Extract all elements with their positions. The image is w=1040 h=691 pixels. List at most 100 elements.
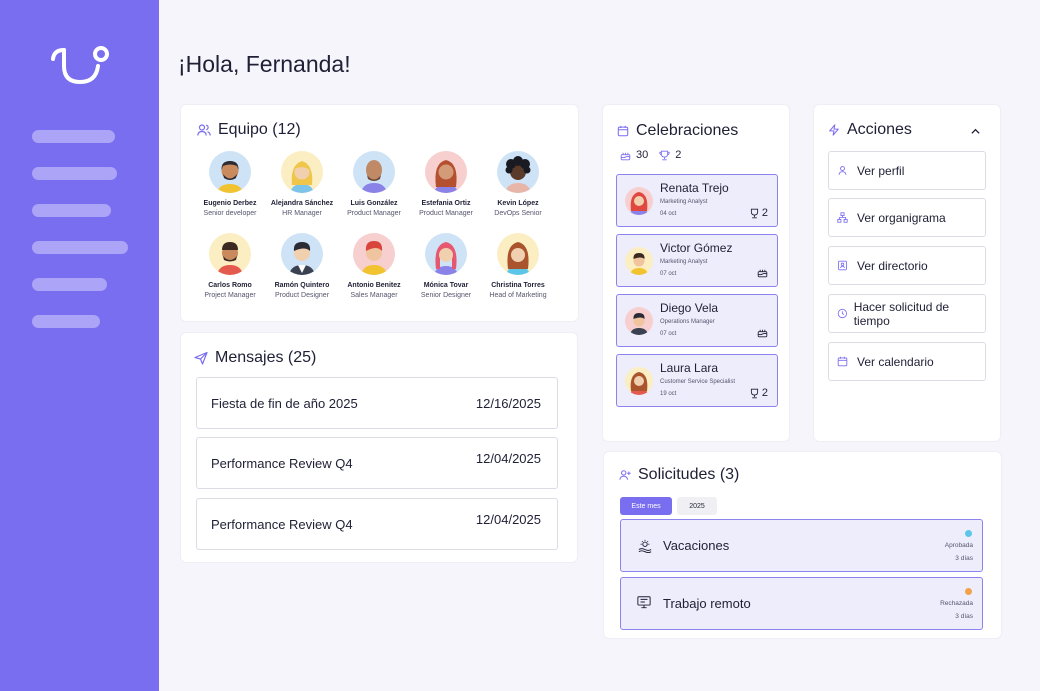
sidebar-nav-item-1[interactable] (32, 130, 115, 143)
celebration-item[interactable]: Victor Gómez Marketing Analyst 07 oct (616, 234, 778, 287)
view-profile-button[interactable]: Ver perfil (828, 151, 986, 190)
member-name: Mónica Tovar (423, 282, 469, 289)
member-role: Project Manager (204, 292, 256, 299)
anniversaries-count: 2 (675, 149, 682, 161)
time-off-request-button[interactable]: Hacer solicitud de tiempo (828, 294, 986, 333)
lightning-icon (829, 124, 839, 136)
celebration-item[interactable]: Diego Vela Operations Manager 07 oct (616, 294, 778, 347)
celebration-role: Customer Service Specialist (660, 379, 736, 385)
actions-card: Acciones Ver perfil Ver organigrama Ver … (813, 104, 1001, 442)
message-title: Performance Review Q4 (211, 456, 353, 471)
org-chart-icon (837, 212, 848, 223)
action-label: Ver directorio (857, 258, 928, 273)
member-name: Estefania Ortiz (421, 200, 471, 207)
request-item[interactable]: Vacaciones Aprobada 3 días (620, 519, 983, 572)
celebration-date: 07 oct (660, 271, 677, 277)
celebration-badge (757, 267, 768, 278)
request-days: 3 días (955, 555, 973, 562)
sun-icon (638, 539, 652, 553)
filter-year[interactable]: 2025 (677, 497, 717, 515)
celebration-badge (757, 327, 768, 338)
sidebar-nav-item-2[interactable] (32, 167, 117, 180)
avatar-woman-brown (497, 233, 539, 275)
avatar-man-beard (209, 151, 251, 193)
celebration-item[interactable]: Renata Trejo Marketing Analyst 04 oct 2 (616, 174, 778, 227)
sidebar (0, 0, 159, 691)
member-role: Senior developer (203, 210, 257, 217)
filter-this-month[interactable]: Este mes (620, 497, 672, 515)
directory-icon (838, 260, 847, 271)
messages-title-text: Mensajes (25) (215, 349, 317, 366)
team-member[interactable]: Antonio Benitez Sales Manager (339, 233, 409, 299)
celebration-date: 19 oct (660, 391, 677, 397)
celebrations-counts: 30 2 (620, 149, 681, 161)
member-role: Product Manager (419, 210, 473, 217)
chevron-up-icon[interactable] (970, 126, 981, 137)
member-role: HR Manager (282, 210, 322, 217)
message-item[interactable]: Performance Review Q4 12/04/2025 (196, 498, 558, 550)
sidebar-nav-item-3[interactable] (32, 204, 111, 217)
member-name: Antonio Benitez (347, 282, 401, 289)
team-member[interactable]: Christina Torres Head of Marketing (483, 233, 553, 299)
team-member[interactable]: Carlos Romo Project Manager (195, 233, 265, 299)
sidebar-nav-item-5[interactable] (32, 278, 107, 291)
avatar-man-shirt (281, 233, 323, 275)
avatar-man-red (353, 233, 395, 275)
request-status: Rechazada (940, 600, 973, 607)
team-member[interactable]: Ramón Quintero Product Designer (267, 233, 337, 299)
logo-icon (51, 46, 109, 85)
team-member[interactable]: Estefania Ortiz Product Manager (411, 151, 481, 217)
celebration-name: Victor Gómez (660, 241, 733, 255)
member-role: DevOps Senior (494, 210, 542, 217)
users-icon (197, 124, 211, 136)
avatar-woman-redhair (425, 151, 467, 193)
view-directory-button[interactable]: Ver directorio (828, 246, 986, 285)
message-title: Performance Review Q4 (211, 517, 353, 532)
team-member[interactable]: Alejandra Sánchez HR Manager (267, 151, 337, 217)
calendar-icon (837, 356, 848, 367)
status-rejected-dot (965, 588, 972, 595)
celebration-badge-count: 2 (761, 207, 768, 219)
team-card: Equipo (12) Eugenio Derbez Senior develo… (180, 104, 579, 322)
message-item[interactable]: Fiesta de fin de año 2025 12/16/2025 (196, 377, 558, 429)
celebration-badge-count: 2 (761, 387, 768, 399)
page-greeting: ¡Hola, Fernanda! (178, 51, 351, 77)
trophy-icon (750, 208, 758, 218)
member-name: Kevin López (497, 200, 539, 207)
status-approved-dot (965, 530, 972, 537)
action-label: Hacer solicitud de tiempo (853, 299, 950, 328)
action-label: Ver perfil (857, 163, 905, 178)
view-calendar-button[interactable]: Ver calendario (828, 342, 986, 381)
sidebar-nav-item-6[interactable] (32, 315, 100, 328)
requests-title: Solicitudes (3) (619, 466, 739, 484)
member-name: Carlos Romo (208, 282, 252, 289)
message-date: 12/04/2025 (475, 451, 541, 466)
member-name: Luis González (350, 200, 398, 207)
request-status: Aprobada (944, 542, 973, 549)
sidebar-nav-item-4[interactable] (32, 241, 128, 254)
team-member[interactable]: Eugenio Derbez Senior developer (195, 151, 265, 217)
member-name: Alejandra Sánchez (270, 200, 334, 207)
celebration-name: Diego Vela (660, 301, 719, 315)
celebration-name: Laura Lara (660, 361, 719, 375)
cake-icon (620, 152, 631, 160)
member-role: Product Designer (274, 292, 330, 299)
request-item[interactable]: Trabajo remoto Rechazada 3 días (620, 577, 983, 630)
member-role: Sales Manager (350, 292, 398, 299)
team-member[interactable]: Mónica Tovar Senior Designer (411, 233, 481, 299)
message-item[interactable]: Performance Review Q4 12/04/2025 (196, 437, 558, 489)
celebration-role: Marketing Analyst (660, 199, 708, 205)
monitor-icon (637, 596, 651, 609)
requests-card: Solicitudes (3) Este mes 2025 Vacaciones… (603, 451, 1002, 639)
requests-title-text: Solicitudes (3) (638, 466, 740, 483)
avatar (625, 247, 653, 275)
celebration-date: 07 oct (660, 331, 677, 337)
view-org-chart-button[interactable]: Ver organigrama (828, 198, 986, 237)
celebration-item[interactable]: Laura Lara Customer Service Specialist 1… (616, 354, 778, 407)
calendar-icon (617, 125, 629, 137)
team-member[interactable]: Kevin López DevOps Senior (483, 151, 553, 217)
cake-icon (757, 269, 768, 278)
celebration-name: Renata Trejo (660, 181, 729, 195)
team-member[interactable]: Luis González Product Manager (339, 151, 409, 217)
celebration-role: Operations Manager (660, 319, 715, 325)
